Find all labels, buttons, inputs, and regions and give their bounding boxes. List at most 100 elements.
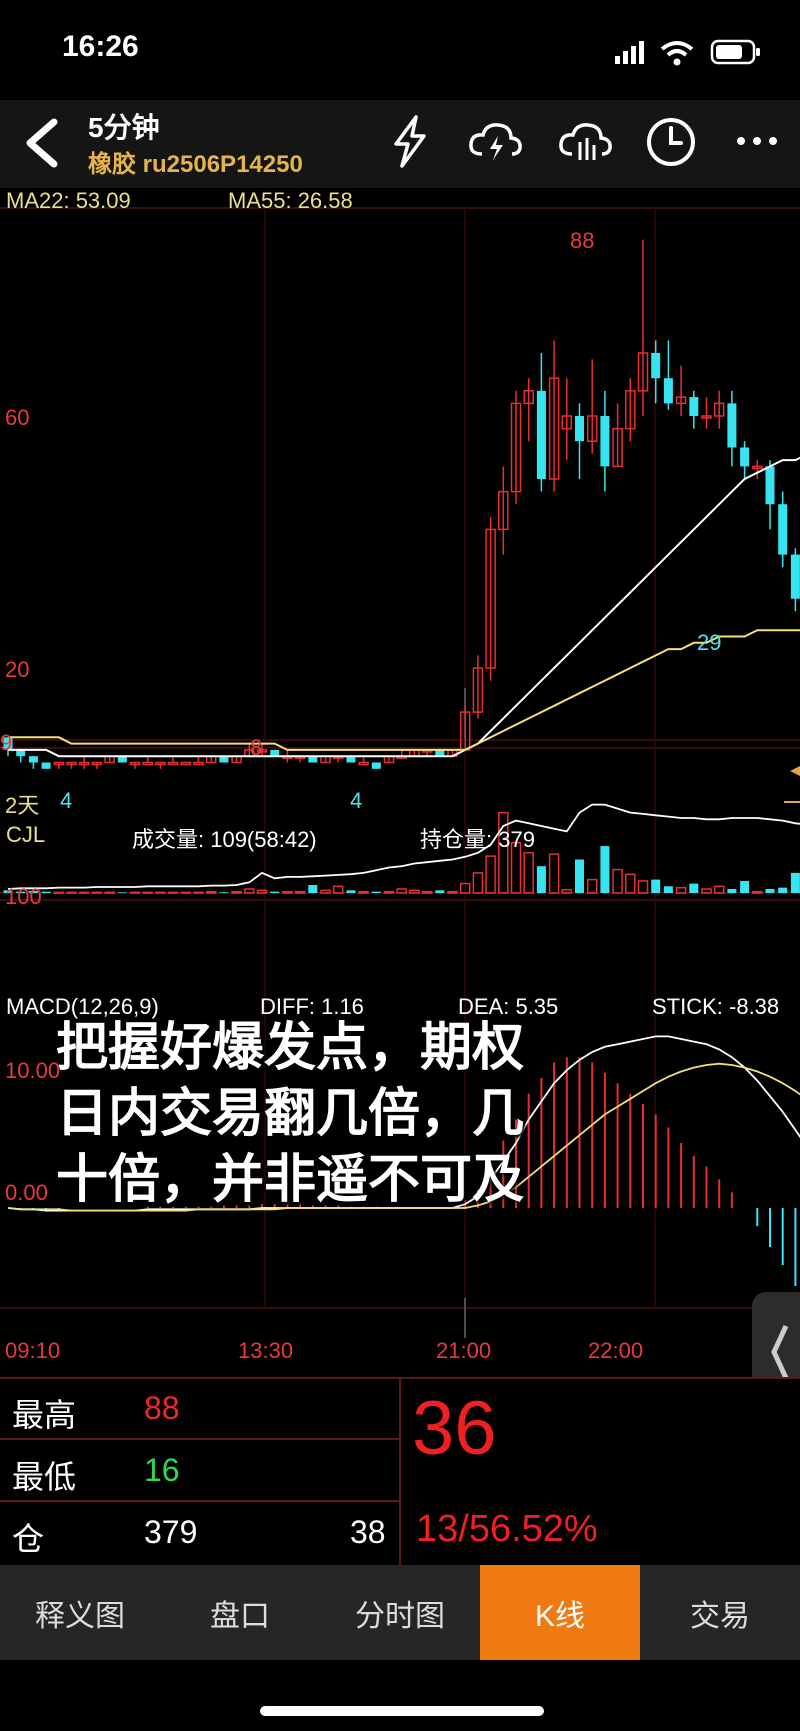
clock-icon[interactable]	[645, 116, 697, 168]
volume-bar	[193, 891, 204, 894]
volume-bar	[346, 890, 356, 893]
volume-bar	[371, 891, 381, 893]
volume-bar	[663, 886, 673, 893]
candle-body	[167, 761, 179, 766]
candle-body	[371, 762, 381, 769]
home-indicator	[260, 1706, 544, 1716]
high-value: 88	[144, 1390, 180, 1426]
last-price-marker	[790, 766, 800, 776]
candle-body	[575, 416, 584, 442]
time-axis-2100: 21:00	[436, 1338, 492, 1363]
volume-bar	[740, 880, 750, 893]
volume-bar	[219, 892, 229, 893]
low-mark: 29	[697, 630, 722, 655]
open-interest-value: 379	[144, 1514, 198, 1550]
candle-body	[358, 761, 369, 766]
ma22-label: MA22: 53.09	[6, 188, 131, 213]
high-mark: 88	[570, 228, 595, 253]
bottom-tab-bar: 释义图 盘口 分时图 K线 交易	[0, 1565, 800, 1660]
price-change: 13/56.52%	[416, 1508, 598, 1550]
volume-bar	[778, 887, 788, 893]
candle-body	[193, 761, 204, 766]
overlay-line-3: 十倍，并非遥不可及	[56, 1151, 525, 1209]
volume-bar	[53, 891, 65, 894]
time-axis-0910: 09:10	[5, 1338, 61, 1363]
volume-bar	[651, 879, 661, 893]
page-title: 5分钟	[88, 112, 160, 143]
candle-body	[651, 353, 661, 379]
volume-bar	[66, 891, 77, 894]
low-label: 最低	[12, 1459, 77, 1495]
volume-bar	[117, 892, 127, 893]
volume-bar	[523, 852, 534, 894]
macd-axis-10: 10.00	[5, 1058, 61, 1083]
volume-bar	[409, 889, 420, 894]
cloud-flash-icon[interactable]	[468, 120, 524, 164]
ma55-label: MA55: 26.58	[228, 188, 353, 213]
back-arrow-icon[interactable]	[22, 118, 62, 168]
days-label: 2天	[5, 793, 40, 818]
volume-bar	[129, 891, 141, 894]
time-axis-1330: 13:30	[238, 1338, 294, 1363]
lightning-icon[interactable]	[390, 114, 430, 170]
time-axis-2200: 22:00	[588, 1338, 644, 1363]
signal-icon	[615, 41, 644, 64]
volume-bar	[294, 890, 306, 894]
status-time: 16:26	[62, 30, 139, 63]
tab-explain-chart[interactable]: 释义图	[0, 1565, 160, 1660]
overlay-line-2: 日内交易翻几倍，几	[56, 1085, 525, 1143]
volume-bar	[485, 855, 496, 894]
volume-bar	[41, 891, 51, 893]
last-price: 36	[412, 1386, 497, 1471]
tab-kline[interactable]: K线	[480, 1565, 640, 1660]
price-mark-8: 8	[250, 735, 263, 760]
candle-body	[765, 466, 775, 505]
candle-body	[727, 403, 737, 448]
volume-bar	[600, 846, 610, 893]
volume-bar	[320, 889, 331, 894]
contract-name: 橡胶 ru2506P14250	[88, 151, 303, 178]
ma22-line	[8, 456, 800, 758]
volume-bar	[713, 885, 725, 894]
wifi-icon	[660, 41, 694, 66]
cloud-chart-icon[interactable]	[558, 120, 614, 164]
candle-body	[740, 447, 750, 467]
low-value: 16	[144, 1452, 180, 1488]
volume-bar	[167, 891, 179, 894]
volume-bar	[308, 884, 318, 893]
volume-bar	[701, 888, 712, 894]
volume-bar	[689, 883, 699, 893]
volume-bar	[104, 891, 115, 894]
status-icons	[615, 39, 760, 66]
tab-trade[interactable]: 交易	[640, 1565, 800, 1660]
more-icon[interactable]	[735, 134, 779, 148]
volume-bar	[205, 890, 217, 894]
volume-bar	[332, 885, 344, 894]
battery-icon	[710, 39, 760, 65]
volume-label: CJL	[6, 822, 46, 847]
candle-body	[142, 761, 153, 766]
low-mark-a: 4	[60, 788, 73, 813]
volume-bar	[180, 891, 192, 894]
volume-bar	[435, 890, 445, 893]
open-interest-change: 38	[350, 1514, 386, 1550]
volume-bar	[142, 891, 153, 894]
volume-bar	[637, 880, 649, 894]
volume-bar	[244, 888, 255, 894]
volume-bar	[447, 890, 458, 894]
candle-body	[536, 390, 546, 479]
candle-body	[600, 416, 610, 467]
volume-bar	[383, 890, 395, 894]
candle-body	[41, 762, 51, 769]
volume-bar	[625, 873, 636, 894]
price-layer	[3, 239, 800, 803]
tab-order-book[interactable]: 盘口	[160, 1565, 320, 1660]
volume-bar	[358, 890, 369, 894]
volume-bar	[548, 853, 560, 894]
volume-bar	[91, 891, 103, 894]
volume-bar	[396, 888, 407, 894]
open-interest-text: 持仓量: 379	[420, 827, 535, 852]
volume-bar	[612, 868, 623, 894]
tab-time-share[interactable]: 分时图	[320, 1565, 480, 1660]
price-axis-left-9: 9	[0, 730, 13, 755]
